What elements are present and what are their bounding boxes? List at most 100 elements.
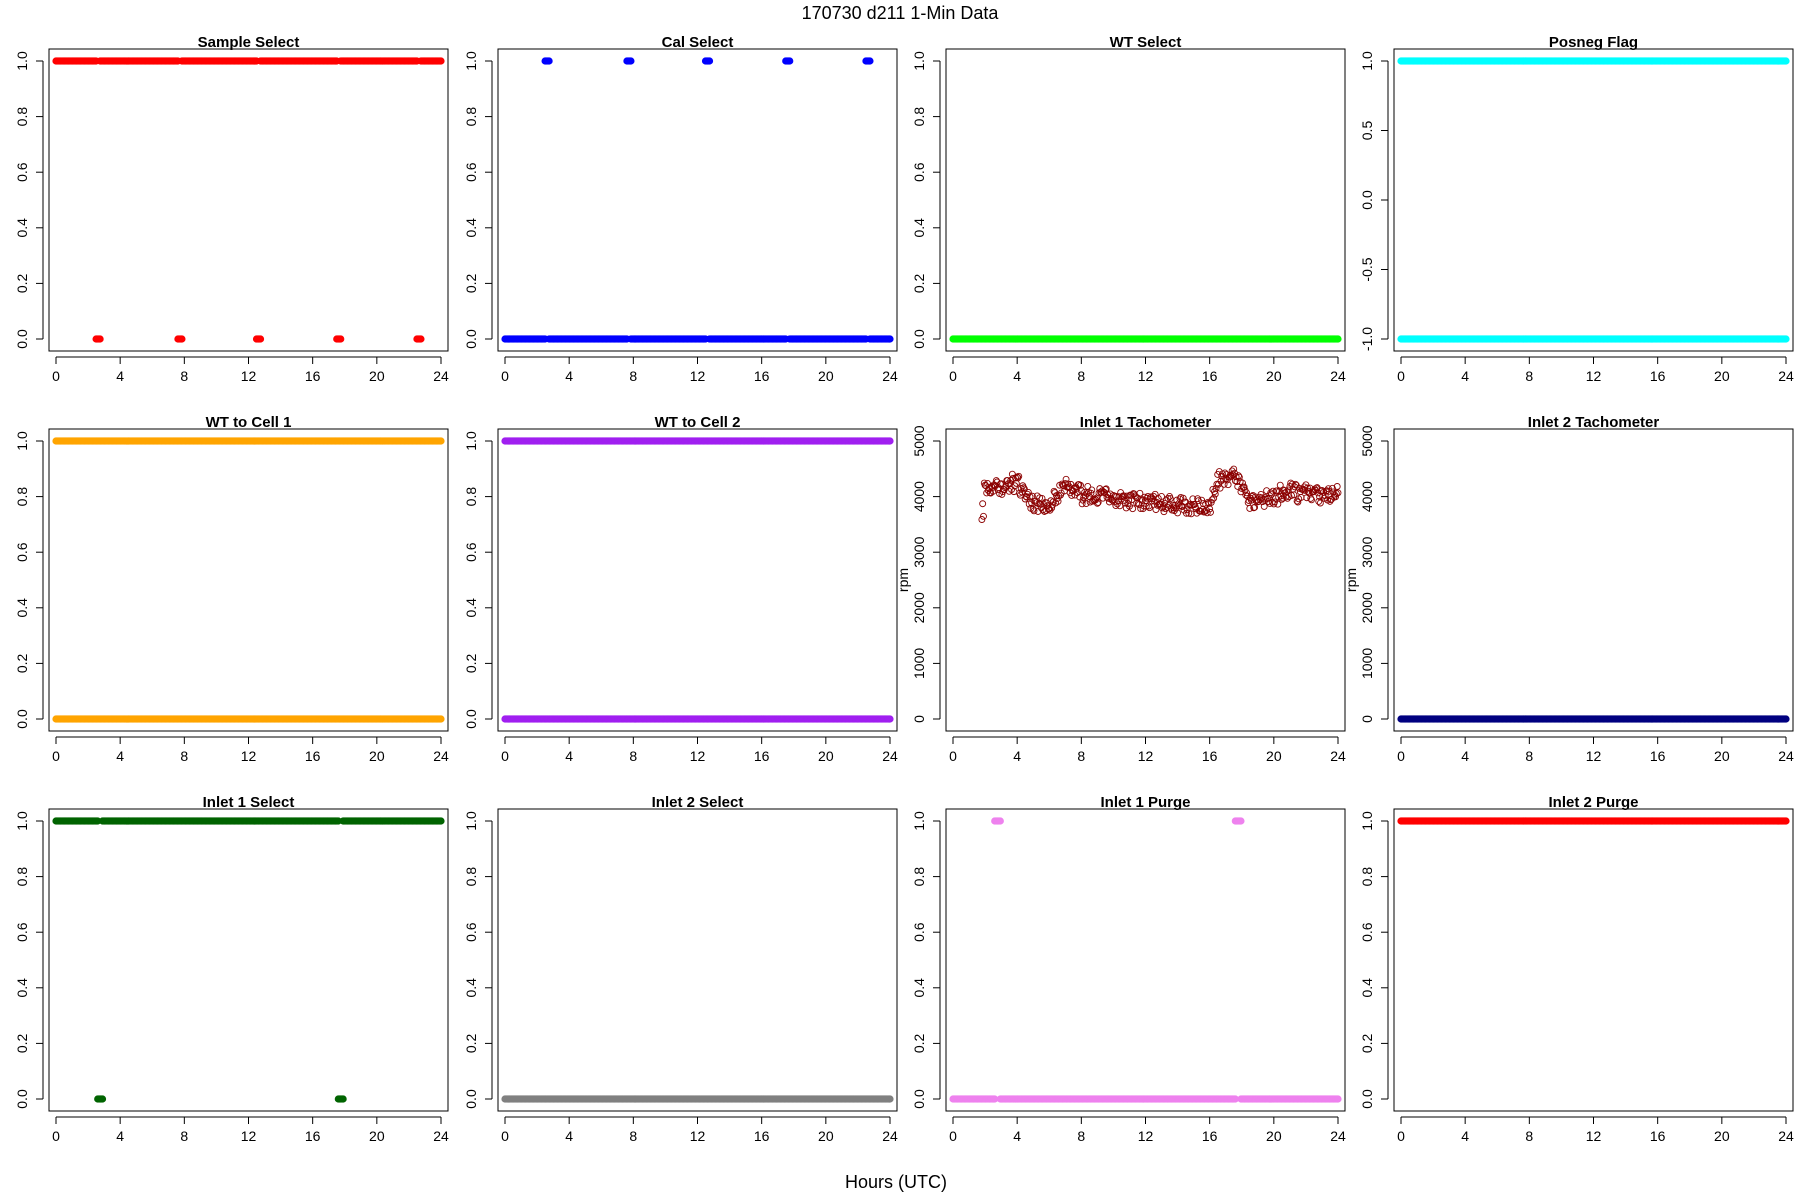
data-point xyxy=(627,57,635,65)
y-axis: 0.0 0.2 0.4 0.6 0.8 1.0 xyxy=(14,51,44,349)
x-axis: 0 4 8 12 16 20 24 xyxy=(501,736,898,764)
panel-title: WT to Cell 1 xyxy=(206,414,292,431)
x-tick-label: 16 xyxy=(1202,368,1218,384)
panel-title: WT to Cell 2 xyxy=(655,414,741,431)
x-tick-label: 20 xyxy=(1266,368,1282,384)
y-tick-label: 0.8 xyxy=(14,487,30,507)
x-tick-label: 4 xyxy=(1013,368,1021,384)
y-tick-label: 0.4 xyxy=(14,218,30,238)
x-tick-label: 8 xyxy=(180,368,188,384)
y-tick-label: -1.0 xyxy=(1359,327,1375,351)
x-tick-label: 0 xyxy=(949,368,957,384)
panel-title: WT Select xyxy=(1110,34,1182,51)
y-tick-label: 0.8 xyxy=(14,107,30,127)
data-point xyxy=(256,335,265,343)
y-tick-label: 0.5 xyxy=(1359,121,1375,141)
plot-frame xyxy=(497,428,898,732)
x-tick-label: 20 xyxy=(818,368,834,384)
panel-3: WT Select0 4 8 12 16 20 240.00.20.40.60.81.0 xyxy=(911,34,1346,384)
x-tick-label: 12 xyxy=(690,368,706,384)
data-point xyxy=(979,500,987,508)
panel-title: Cal Select xyxy=(662,34,734,51)
figure-canvas: 170730 d211 1-Min Data Sample Select0 4 8 1… xyxy=(14,3,1794,1192)
y-tick-label: 0.2 xyxy=(14,273,30,293)
y-tick-label: 1.0 xyxy=(463,431,479,451)
x-axis: 0 4 8 12 16 20 24 xyxy=(501,356,898,384)
y-tick-label: 1.0 xyxy=(14,431,30,451)
data-point xyxy=(437,437,445,445)
y-tick-label: 0.4 xyxy=(463,218,479,238)
x-tick-label: 8 xyxy=(629,368,637,384)
data-point xyxy=(437,715,445,723)
y-tick-label: 0.0 xyxy=(14,329,30,349)
data-point xyxy=(337,335,345,343)
x-tick-label: 20 xyxy=(818,748,834,764)
y-tick-label: 1.0 xyxy=(14,51,30,71)
data-point xyxy=(1084,482,1092,490)
y-tick-label: 0.4 xyxy=(463,598,479,618)
y-tick-label: 0 xyxy=(911,715,927,723)
x-tick-label: 4 xyxy=(116,748,124,764)
data-point xyxy=(1230,465,1238,473)
x-tick-label: 0 xyxy=(949,748,957,764)
y-axis: 0.00.20.40.60.81.0 xyxy=(463,51,493,349)
y-axis: 0.00.20.40.60.81.0 xyxy=(463,431,493,729)
x-tick-label: 16 xyxy=(1650,368,1666,384)
y-tick-label: 0.2 xyxy=(911,273,927,293)
x-tick-label: 12 xyxy=(1138,368,1154,384)
x-tick-label: 8 xyxy=(180,748,188,764)
x-tick-label: 24 xyxy=(1778,368,1794,384)
y-tick-label: 2000 xyxy=(911,592,927,623)
x-tick-label: 16 xyxy=(754,368,770,384)
y-tick-label: 5000 xyxy=(911,425,927,456)
y-tick-label: 0.6 xyxy=(14,162,30,182)
data-points xyxy=(949,335,1342,343)
panel-5: WT to Cell 10 4 8 12 16 20 240.00.20.40.60.81.… xyxy=(14,414,449,764)
panel-title: Posneg Flag xyxy=(1549,34,1638,51)
y-axis: 010002000300040005000 xyxy=(911,425,941,723)
x-tick-label: 4 xyxy=(565,368,573,384)
y-tick-label: 0.8 xyxy=(463,487,479,507)
data-points xyxy=(501,437,894,723)
y-tick-label: 0.6 xyxy=(463,542,479,562)
panel-title: Inlet 1 Tachometer xyxy=(1080,414,1212,431)
y-tick-label: -0.5 xyxy=(1359,257,1375,281)
x-axis: 0 4 8 12 16 20 24 xyxy=(949,736,1346,764)
x-tick-label: 20 xyxy=(369,368,385,384)
x-tick-label: 24 xyxy=(882,748,898,764)
y-tick-label: 0.0 xyxy=(1359,190,1375,210)
x-tick-label: 0 xyxy=(501,748,509,764)
y-tick-label: 0.8 xyxy=(911,107,927,127)
data-points xyxy=(978,465,1342,523)
y-tick-label: 4000 xyxy=(911,481,927,512)
page-title: 170730 d211 1-Min Data xyxy=(802,3,1000,23)
y-tick-label: 1000 xyxy=(911,648,927,679)
data-point xyxy=(1782,335,1790,343)
x-tick-label: 0 xyxy=(52,368,60,384)
data-point xyxy=(1334,335,1342,343)
panel-grid: Sample Select0 4 8 12 16 20 240.00.20.40.60.81… xyxy=(14,34,1794,1144)
y-tick-label: 0.2 xyxy=(463,273,479,293)
plot-frame xyxy=(497,48,898,352)
panel-4: Posneg Flag0 4 8 12 16 20 24-1.0-0.50.00.51.0 xyxy=(1359,34,1794,384)
data-points xyxy=(52,437,445,723)
x-axis: 0 4 8 12 16 20 24 xyxy=(52,736,449,764)
data-points xyxy=(501,57,894,343)
panel-6: WT to Cell 20 4 8 12 16 20 240.00.20.40.60.81.… xyxy=(463,414,898,764)
plot-frame xyxy=(945,428,1346,732)
y-axis-label: rpm xyxy=(895,568,911,592)
x-tick-label: 12 xyxy=(1138,748,1154,764)
y-tick-label: 1.0 xyxy=(911,51,927,71)
data-point xyxy=(886,715,894,723)
y-tick-label: 0.6 xyxy=(14,542,30,562)
x-axis: 0 4 8 12 16 20 24 xyxy=(949,356,1346,384)
data-point xyxy=(866,57,874,65)
x-tick-label: 0 xyxy=(52,748,60,764)
y-tick-label: 0.8 xyxy=(463,107,479,127)
x-tick-label: 24 xyxy=(1330,368,1346,384)
y-axis: 0.00.20.40.60.81.0 xyxy=(14,431,44,729)
x-tick-label: 24 xyxy=(882,368,898,384)
y-tick-label: 1.0 xyxy=(463,51,479,71)
x-axis: 0 4 8 12 16 20 24 xyxy=(1397,356,1794,384)
data-point xyxy=(96,335,104,343)
